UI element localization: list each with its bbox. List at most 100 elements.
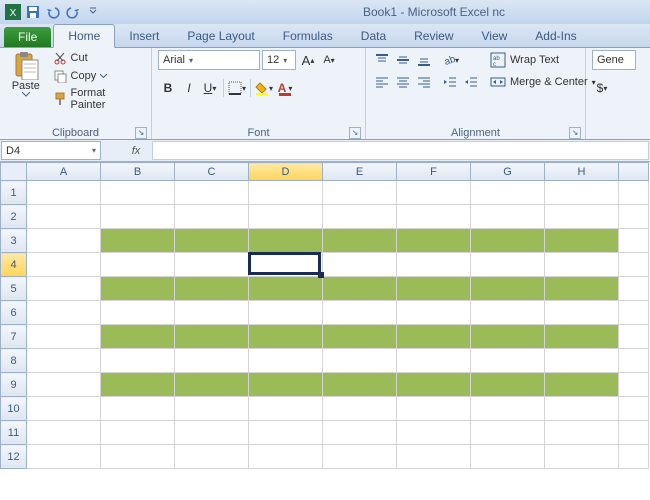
align-top-button[interactable] — [372, 50, 392, 70]
excel-app-icon[interactable]: X — [4, 3, 22, 21]
row-header[interactable]: 12 — [1, 445, 27, 469]
cell[interactable] — [471, 325, 545, 349]
cell[interactable] — [471, 253, 545, 277]
cell[interactable] — [323, 277, 397, 301]
cell[interactable] — [101, 253, 175, 277]
underline-button[interactable]: U▾ — [200, 78, 220, 98]
row-header[interactable]: 11 — [1, 421, 27, 445]
cell[interactable] — [175, 229, 249, 253]
column-header[interactable]: C — [175, 163, 249, 181]
fill-color-button[interactable]: ▾ — [254, 78, 274, 98]
cell[interactable] — [471, 445, 545, 469]
bold-button[interactable]: B — [158, 78, 178, 98]
cell[interactable] — [323, 445, 397, 469]
cell[interactable] — [619, 445, 649, 469]
cell[interactable] — [249, 253, 323, 277]
cell[interactable] — [397, 397, 471, 421]
cell[interactable] — [471, 181, 545, 205]
cell[interactable] — [175, 349, 249, 373]
tab-home[interactable]: Home — [53, 24, 115, 48]
cell[interactable] — [397, 205, 471, 229]
tab-formulas[interactable]: Formulas — [269, 25, 347, 47]
cell[interactable] — [471, 277, 545, 301]
cell[interactable] — [323, 421, 397, 445]
cut-button[interactable]: Cut — [50, 50, 145, 66]
cell[interactable] — [323, 205, 397, 229]
wrap-text-button[interactable]: abc Wrap Text — [485, 50, 601, 70]
cell[interactable] — [471, 373, 545, 397]
dialog-launcher-icon[interactable]: ↘ — [569, 127, 581, 139]
formula-bar[interactable] — [152, 141, 649, 160]
cell[interactable] — [27, 325, 101, 349]
cell[interactable] — [249, 277, 323, 301]
cell[interactable] — [619, 397, 649, 421]
cell[interactable] — [545, 397, 619, 421]
align-middle-button[interactable] — [393, 50, 413, 70]
row-header[interactable]: 7 — [1, 325, 27, 349]
cell[interactable] — [397, 445, 471, 469]
cell[interactable] — [471, 397, 545, 421]
cell[interactable] — [397, 181, 471, 205]
cell[interactable] — [175, 325, 249, 349]
cell[interactable] — [101, 373, 175, 397]
cell[interactable] — [27, 373, 101, 397]
cell[interactable] — [619, 301, 649, 325]
cell[interactable] — [471, 229, 545, 253]
cell[interactable] — [27, 349, 101, 373]
tab-page-layout[interactable]: Page Layout — [173, 25, 268, 47]
font-name-combo[interactable]: Arial▾ — [158, 50, 260, 70]
column-header[interactable]: H — [545, 163, 619, 181]
orientation-button[interactable]: ab▾ — [440, 50, 460, 70]
cell[interactable] — [619, 421, 649, 445]
tab-view[interactable]: View — [468, 25, 522, 47]
cell[interactable] — [323, 397, 397, 421]
row-header[interactable]: 4 — [1, 253, 27, 277]
cell[interactable] — [619, 181, 649, 205]
column-header[interactable] — [619, 163, 649, 181]
cell[interactable] — [323, 325, 397, 349]
align-bottom-button[interactable] — [414, 50, 434, 70]
italic-button[interactable]: I — [179, 78, 199, 98]
cell[interactable] — [397, 373, 471, 397]
cell[interactable] — [545, 253, 619, 277]
cell[interactable] — [175, 181, 249, 205]
cell[interactable] — [323, 181, 397, 205]
cell[interactable] — [175, 445, 249, 469]
row-header[interactable]: 9 — [1, 373, 27, 397]
undo-icon[interactable] — [44, 3, 62, 21]
cell[interactable] — [175, 373, 249, 397]
increase-font-button[interactable]: A▴ — [298, 50, 318, 70]
cell[interactable] — [249, 301, 323, 325]
cell[interactable] — [101, 349, 175, 373]
cell[interactable] — [101, 181, 175, 205]
row-header[interactable]: 8 — [1, 349, 27, 373]
cell[interactable] — [101, 229, 175, 253]
cell[interactable] — [101, 421, 175, 445]
cell[interactable] — [27, 205, 101, 229]
accounting-format-button[interactable]: $▾ — [592, 78, 612, 98]
tab-data[interactable]: Data — [347, 25, 400, 47]
redo-icon[interactable] — [64, 3, 82, 21]
cell[interactable] — [619, 277, 649, 301]
cell[interactable] — [397, 349, 471, 373]
cell[interactable] — [101, 397, 175, 421]
cell[interactable] — [619, 349, 649, 373]
increase-indent-button[interactable] — [461, 72, 481, 92]
cell[interactable] — [175, 253, 249, 277]
column-header[interactable]: A — [27, 163, 101, 181]
tab-file[interactable]: File — [4, 27, 51, 47]
cell[interactable] — [545, 445, 619, 469]
column-header[interactable]: G — [471, 163, 545, 181]
cell[interactable] — [101, 301, 175, 325]
cell[interactable] — [323, 253, 397, 277]
align-center-button[interactable] — [393, 72, 413, 92]
row-header[interactable]: 5 — [1, 277, 27, 301]
column-header[interactable]: B — [101, 163, 175, 181]
column-header[interactable]: F — [397, 163, 471, 181]
font-color-button[interactable]: A▾ — [275, 78, 295, 98]
cell[interactable] — [249, 397, 323, 421]
copy-button[interactable]: Copy — [50, 68, 145, 84]
dialog-launcher-icon[interactable]: ↘ — [349, 127, 361, 139]
cell[interactable] — [619, 325, 649, 349]
cell[interactable] — [397, 229, 471, 253]
